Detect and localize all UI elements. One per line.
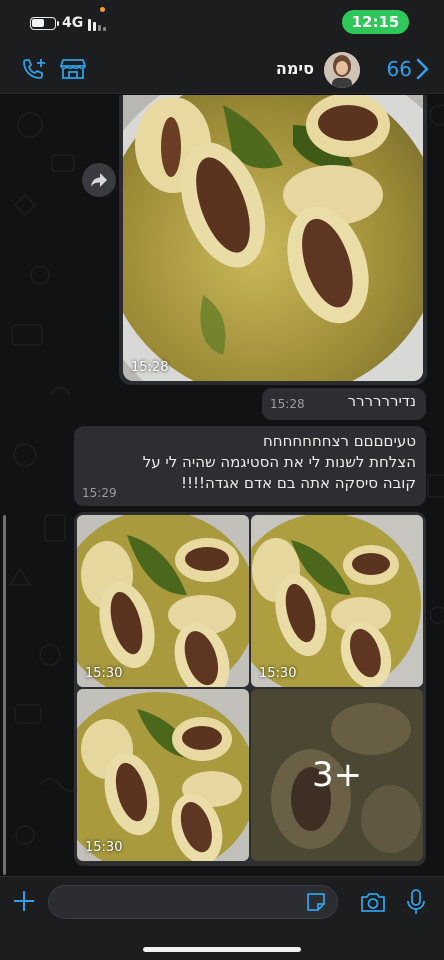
text-message[interactable]: נדירררררר 15:28 (262, 388, 426, 420)
text-message[interactable]: טעיםםםם רצחחחחחחח הצלחת לשנות לי את הסטי… (74, 426, 426, 506)
message-time: 15:28 (131, 360, 169, 375)
microphone-icon[interactable] (405, 888, 427, 916)
album-photo[interactable]: 15:30 (77, 689, 249, 861)
food-photo[interactable]: 15:28 (123, 95, 423, 381)
message-time: 15:28 (270, 397, 305, 411)
unread-count: 66 (386, 57, 412, 81)
home-indicator[interactable] (143, 947, 301, 952)
message-time: 15:30 (85, 840, 123, 855)
status-time[interactable]: 12:15 (342, 10, 409, 34)
battery-icon (30, 17, 59, 30)
chat-header: סימה 66 (0, 44, 444, 94)
message-text: נדירררררר (347, 392, 416, 410)
add-call-icon[interactable] (22, 57, 48, 85)
scrollbar[interactable] (3, 515, 6, 875)
album-photo[interactable]: 15:30 (251, 515, 423, 687)
more-photos-count: 3+ (251, 689, 423, 861)
sticker-icon[interactable] (305, 891, 327, 913)
photo-message[interactable]: 15:28 (119, 95, 427, 385)
chevron-left-icon (416, 58, 429, 80)
forward-icon (91, 173, 107, 187)
contact-name[interactable]: סימה (276, 59, 314, 78)
camera-icon[interactable] (360, 891, 386, 913)
album-photo[interactable]: 15:30 (77, 515, 249, 687)
message-input[interactable] (48, 885, 338, 919)
signal-icon (88, 17, 108, 31)
message-time: 15:30 (259, 666, 297, 681)
forward-button[interactable] (82, 163, 116, 197)
message-line: טעיםםםם רצחחחחחחח (262, 432, 416, 450)
network-type: 4G (62, 15, 84, 31)
contact-avatar[interactable] (324, 52, 360, 88)
status-bar: 4G 12:15 (0, 0, 444, 44)
album-more-photos[interactable]: 3+ (251, 689, 423, 861)
photo-album-message[interactable]: 15:30 15:30 15:30 3+ (74, 512, 426, 866)
message-input-bar (0, 876, 444, 960)
plus-icon[interactable] (12, 889, 36, 913)
message-time: 15:29 (82, 486, 117, 500)
message-line: קובה סיסקה אתה בם אדם אגדה!!!! (180, 474, 416, 492)
store-icon[interactable] (60, 58, 86, 84)
back-button[interactable]: 66 (387, 56, 430, 82)
message-line: הצלחת לשנות לי את הסטיגמה שהיה לי על (142, 453, 416, 471)
chat-area[interactable]: 15:28 נדירררררר 15:28 טעיםםםם רצחחחחחחח … (0, 95, 444, 876)
message-time: 15:30 (85, 666, 123, 681)
privacy-indicator (100, 7, 105, 12)
